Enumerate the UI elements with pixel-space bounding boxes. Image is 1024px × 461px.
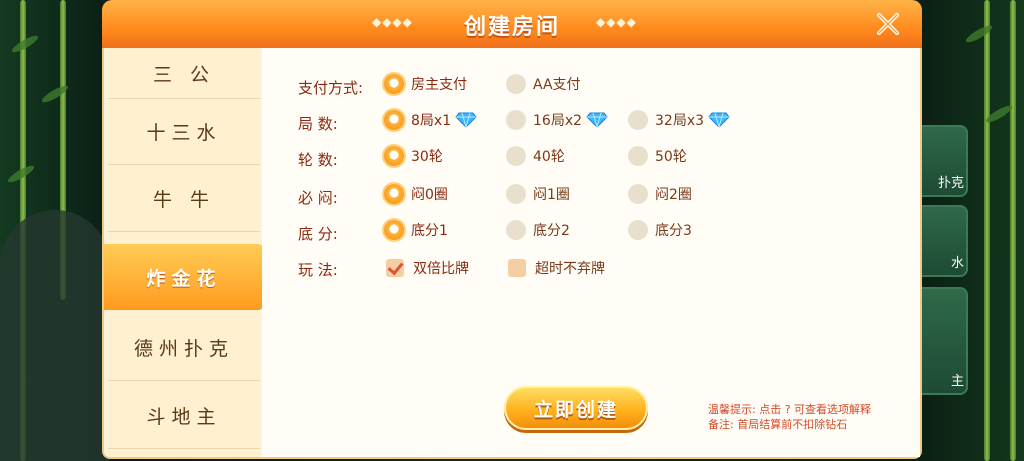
side-card-label: 水: [950, 256, 964, 271]
must-stuffy-row: 必 闷:: [298, 184, 382, 210]
base-score-option-label: 底分2: [533, 223, 570, 239]
payment-label: 支付方式:: [298, 78, 364, 97]
base-score-option-label: 底分3: [655, 223, 692, 239]
rounds-label: 局 数:: [298, 114, 338, 133]
radio-selected-icon: [384, 146, 404, 166]
payment-option-label: AA支付: [533, 77, 581, 93]
tab-niu-niu[interactable]: 牛 牛: [108, 165, 260, 232]
play-option-timeout-no-fold[interactable]: 超时不弃牌: [508, 258, 605, 278]
side-card-label: 扑克: [937, 176, 964, 191]
turns-row: 轮 数:: [298, 146, 382, 172]
title-decoration-right: ◆◆◆◆: [596, 15, 637, 29]
dialog-header: ◆◆◆◆ 创建房间 ◆◆◆◆: [102, 0, 922, 48]
rounds-row: 局 数:: [298, 110, 382, 136]
payment-option-label: 房主支付: [411, 77, 467, 93]
radio-icon: [506, 146, 526, 166]
radio-icon: [506, 220, 526, 240]
rounds-option-label: 16局x2: [533, 113, 583, 129]
tip-line-2: 备注: 首局结算前不扣除钻石: [708, 418, 848, 431]
turns-option-40[interactable]: 40轮: [506, 146, 565, 166]
create-room-dialog: ◆◆◆◆ 创建房间 ◆◆◆◆ 三 公 十三水 牛 牛 炸金花 德州扑克 斗地主 …: [102, 0, 922, 461]
must-stuffy-label: 必 闷:: [298, 188, 338, 207]
rounds-option-label: 8局x1: [411, 113, 452, 129]
radio-selected-icon: [384, 220, 404, 240]
tab-shi-san-shui[interactable]: 十三水: [108, 98, 260, 165]
dialog-body: 三 公 十三水 牛 牛 炸金花 德州扑克 斗地主 支付方式: 房主支付 AA支付…: [102, 48, 922, 459]
base-score-option-1[interactable]: 底分1: [384, 220, 448, 240]
checkbox-icon: [508, 259, 526, 277]
rounds-option-32[interactable]: 32局x3: [628, 110, 730, 130]
radio-icon: [506, 74, 526, 94]
base-score-option-3[interactable]: 底分3: [628, 220, 692, 240]
must-stuffy-option-label: 闷2圈: [655, 187, 692, 203]
side-card-label: 主: [950, 374, 964, 389]
radio-selected-icon: [384, 184, 404, 204]
diamond-icon: [708, 112, 730, 128]
radio-icon: [506, 110, 526, 130]
turns-option-30[interactable]: 30轮: [384, 146, 443, 166]
play-label: 玩 法:: [298, 260, 338, 279]
options-panel: 支付方式: 房主支付 AA支付 局 数: 8局x1 16局x2 32局x3 轮 …: [262, 48, 920, 457]
tip-line-1: 温馨提示: 点击 ? 可查看选项解释: [708, 403, 872, 416]
turns-option-label: 30轮: [411, 149, 443, 165]
radio-icon: [506, 184, 526, 204]
rounds-option-16[interactable]: 16局x2: [506, 110, 608, 130]
base-score-label: 底 分:: [298, 224, 338, 243]
base-score-row: 底 分:: [298, 220, 382, 246]
play-option-double-compare[interactable]: 双倍比牌: [386, 258, 469, 278]
radio-selected-icon: [384, 110, 404, 130]
background-left: [0, 0, 110, 461]
checkbox-checked-icon: [386, 259, 404, 277]
diamond-icon: [455, 112, 477, 128]
diamond-icon: [586, 112, 608, 128]
tab-dou-di-zhu[interactable]: 斗地主: [108, 382, 260, 449]
play-row: 玩 法:: [298, 256, 382, 282]
radio-icon: [628, 146, 648, 166]
must-stuffy-option-2[interactable]: 闷2圈: [628, 184, 692, 204]
radio-icon: [628, 184, 648, 204]
dialog-title: 创建房间: [463, 15, 560, 40]
payment-option-aa[interactable]: AA支付: [506, 74, 581, 94]
turns-option-label: 40轮: [533, 149, 565, 165]
radio-selected-icon: [384, 74, 404, 94]
base-score-option-2[interactable]: 底分2: [506, 220, 570, 240]
radio-icon: [628, 110, 648, 130]
rounds-option-8[interactable]: 8局x1: [384, 110, 477, 130]
tab-texas-poker[interactable]: 德州扑克: [108, 314, 260, 381]
close-icon: [877, 13, 899, 35]
play-option-label: 超时不弃牌: [535, 261, 605, 277]
radio-icon: [628, 220, 648, 240]
create-now-button[interactable]: 立即创建: [504, 386, 648, 430]
tab-zha-jin-hua[interactable]: 炸金花: [104, 244, 264, 310]
turns-label: 轮 数:: [298, 150, 338, 169]
must-stuffy-option-0[interactable]: 闷0圈: [384, 184, 448, 204]
must-stuffy-option-1[interactable]: 闷1圈: [506, 184, 570, 204]
background-right: 扑克 水 主: [908, 0, 1024, 461]
base-score-option-label: 底分1: [411, 223, 448, 239]
turns-option-50[interactable]: 50轮: [628, 146, 687, 166]
must-stuffy-option-label: 闷0圈: [411, 187, 448, 203]
must-stuffy-option-label: 闷1圈: [533, 187, 570, 203]
close-button[interactable]: [872, 8, 904, 40]
game-type-sidebar: 三 公 十三水 牛 牛 炸金花 德州扑克 斗地主: [104, 48, 264, 457]
rounds-option-label: 32局x3: [655, 113, 705, 129]
payment-option-owner[interactable]: 房主支付: [384, 74, 467, 94]
payment-row: 支付方式:: [298, 74, 382, 100]
play-option-label: 双倍比牌: [413, 261, 469, 277]
turns-option-label: 50轮: [655, 149, 687, 165]
tab-san-gong[interactable]: 三 公: [108, 48, 260, 99]
